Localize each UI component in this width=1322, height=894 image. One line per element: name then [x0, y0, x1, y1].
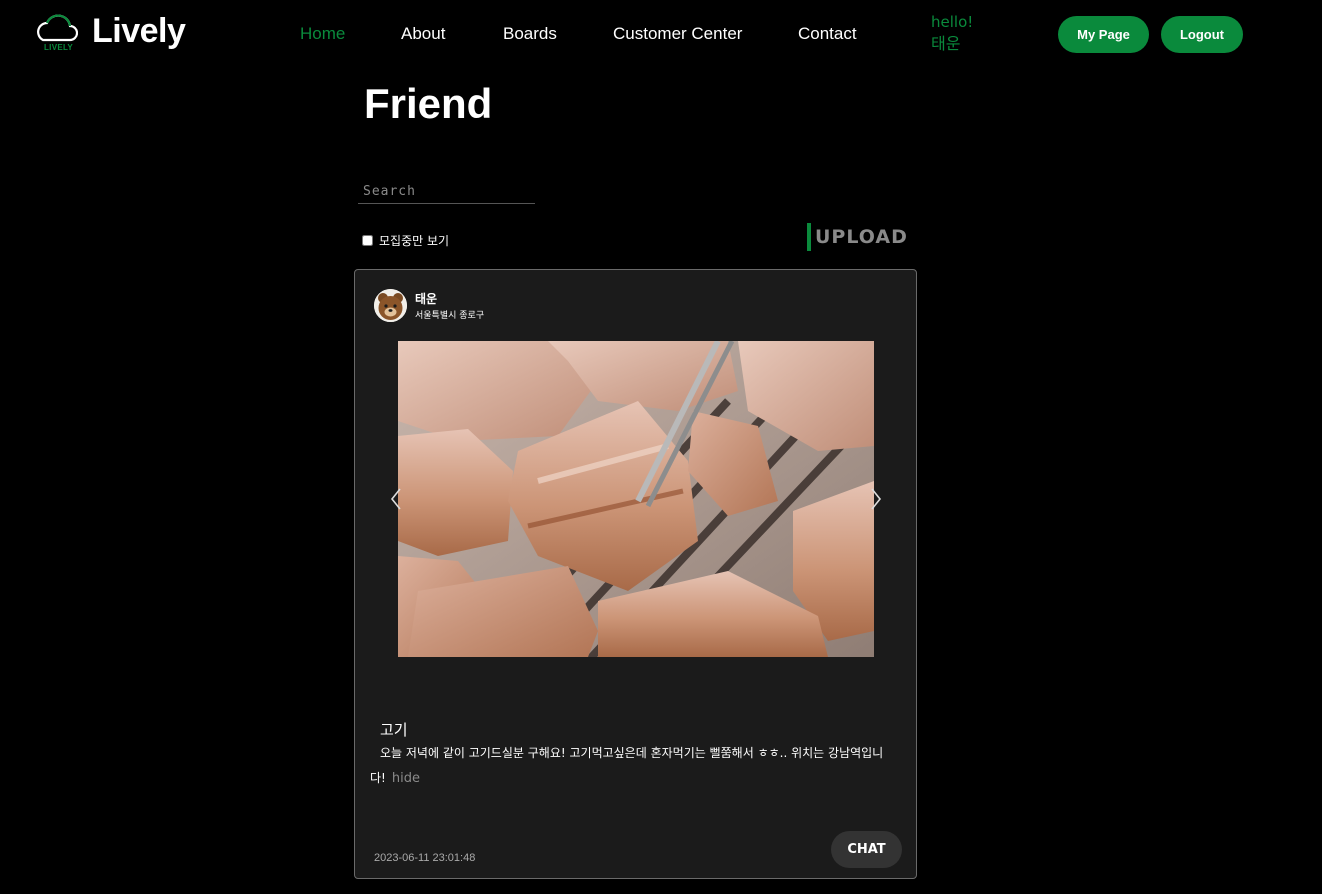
hide-link[interactable]: hide [392, 771, 420, 786]
post-body: 오늘 저녁에 같이 고기드실분 구해요! 고기먹고싶은데 혼자먹기는 뻘쭘해서 … [370, 741, 905, 791]
user-greeting: hello! 태운 [931, 12, 973, 56]
logo[interactable]: LIVELY Lively [34, 10, 186, 54]
recruiting-filter-checkbox[interactable] [362, 235, 373, 246]
chevron-right-icon[interactable] [869, 484, 883, 514]
avatar [374, 289, 407, 322]
nav-item-home[interactable]: Home [300, 24, 345, 44]
post-body-text: 오늘 저녁에 같이 고기드실분 구해요! 고기먹고싶은데 혼자먹기는 뻘쭘해서 … [370, 746, 884, 785]
nav-item-boards[interactable]: Boards [503, 24, 557, 44]
logout-button[interactable]: Logout [1161, 16, 1243, 53]
my-page-button[interactable]: My Page [1058, 16, 1149, 53]
brand-name: Lively [92, 12, 186, 50]
recruiting-filter[interactable]: 모집중만 보기 [362, 232, 449, 249]
post-author: 태운 [415, 292, 438, 306]
cloud-logo-icon: LIVELY [34, 10, 78, 54]
chat-button[interactable]: CHAT [831, 831, 902, 868]
nav-item-customer-center[interactable]: Customer Center [613, 24, 742, 44]
logo-mark-text: LIVELY [44, 43, 74, 52]
recruiting-filter-label: 모집중만 보기 [379, 234, 450, 248]
user-name: 태운 [931, 34, 961, 53]
post-image [398, 341, 874, 657]
page: LIVELY Lively Home About Boards Customer… [0, 0, 1322, 894]
post-location: 서울특별시 종로구 [415, 311, 485, 321]
bear-avatar-icon [374, 289, 407, 322]
post-timestamp: 2023-06-11 23:01:48 [374, 852, 476, 864]
chevron-left-icon[interactable] [389, 484, 403, 514]
nav-item-contact[interactable]: Contact [798, 24, 857, 44]
post-title: 고기 [380, 721, 408, 739]
page-title: Friend [364, 80, 493, 127]
greeting-text: hello! [931, 13, 974, 31]
nav-item-about[interactable]: About [401, 24, 445, 44]
upload-button[interactable]: UPLOAD [807, 223, 908, 251]
post-card: 태운 서울특별시 종로구 고기 오늘 저녁에 같이 고기드실분 구해요! 고기먹… [354, 269, 917, 879]
search-input[interactable] [358, 180, 535, 204]
